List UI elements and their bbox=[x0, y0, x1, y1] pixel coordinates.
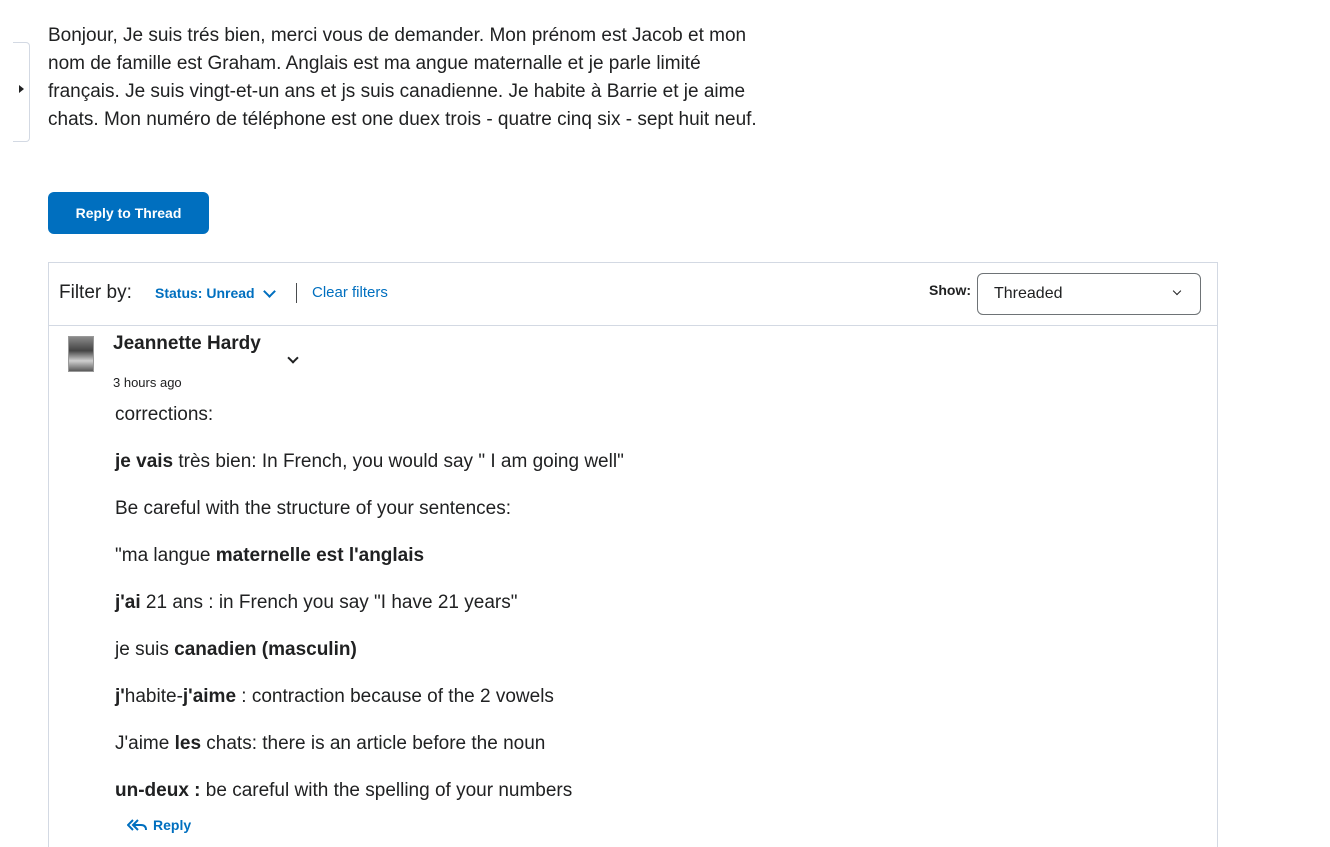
show-select-value: Threaded bbox=[994, 285, 1063, 302]
show-label: Show: bbox=[929, 282, 971, 298]
line-bold: canadien (masculin) bbox=[174, 639, 357, 660]
reply-author: Jeannette Hardy bbox=[113, 333, 261, 354]
reply-line: un-deux : be careful with the spelling o… bbox=[115, 777, 1115, 805]
reply-line: j'habite-j'aime : contraction because of… bbox=[115, 683, 1115, 711]
reply-line: Be careful with the structure of your se… bbox=[115, 495, 1115, 523]
show-select[interactable]: Threaded bbox=[977, 273, 1201, 315]
status-filter-label: Status: Unread bbox=[155, 285, 255, 301]
line-bold: je vais bbox=[115, 451, 174, 472]
chevron-down-icon bbox=[262, 284, 276, 298]
line-bold: j' bbox=[115, 686, 125, 707]
line-bold: un-deux : bbox=[115, 780, 201, 801]
reply-line: corrections: bbox=[115, 401, 1115, 429]
line-bold: maternelle est l'anglais bbox=[215, 545, 425, 566]
replies-panel: Filter by: Status: Unread Clear filters … bbox=[48, 262, 1218, 847]
line-text: "ma langue bbox=[115, 545, 216, 566]
reply-line: je vais très bien: In French, you would … bbox=[115, 448, 1115, 476]
reply-line: "ma langue maternelle est l'anglais bbox=[115, 542, 1115, 570]
post-body: Bonjour, Je suis trés bien, merci vous d… bbox=[48, 25, 757, 130]
line-text: Be careful with the structure of your se… bbox=[115, 498, 512, 519]
side-panel-toggle[interactable] bbox=[13, 42, 30, 142]
reply-to-thread-button[interactable]: Reply to Thread bbox=[48, 192, 209, 234]
reply-button[interactable]: Reply bbox=[127, 817, 191, 833]
filter-bar: Filter by: Status: Unread Clear filters … bbox=[49, 263, 1217, 326]
line-text: je suis bbox=[115, 639, 175, 660]
caret-right-icon bbox=[19, 85, 24, 93]
chevron-down-icon bbox=[287, 352, 299, 364]
chevron-down-icon bbox=[1172, 286, 1182, 296]
reply-timestamp: 3 hours ago bbox=[113, 375, 182, 390]
line-text: très bien: In French, you would say " I … bbox=[173, 451, 624, 472]
line-text: 21 ans : in French you say "I have 21 ye… bbox=[140, 592, 518, 613]
line-bold: j'ai bbox=[115, 592, 141, 613]
line-text: : contraction because of the 2 vowels bbox=[236, 686, 554, 707]
status-filter-dropdown[interactable]: Status: Unread bbox=[155, 284, 276, 301]
avatar bbox=[68, 336, 94, 372]
reply-line: J'aime les chats: there is an article be… bbox=[115, 730, 1115, 758]
line-text: corrections: bbox=[115, 404, 214, 425]
line-bold: les bbox=[174, 733, 202, 754]
line-text: chats: there is an article before the no… bbox=[201, 733, 546, 754]
clear-filters-link[interactable]: Clear filters bbox=[312, 284, 388, 301]
filter-by-label: Filter by: bbox=[59, 282, 132, 303]
divider bbox=[296, 283, 297, 303]
line-bold: j'aime bbox=[182, 686, 237, 707]
reply-all-icon bbox=[127, 819, 147, 831]
reply-line: je suis canadien (masculin) bbox=[115, 636, 1115, 664]
line-text: J'aime bbox=[115, 733, 175, 754]
reply-content: corrections: je vais très bien: In Frenc… bbox=[115, 401, 1115, 824]
reply-label: Reply bbox=[153, 817, 192, 833]
discussion-page: Bonjour, Je suis trés bien, merci vous d… bbox=[0, 0, 1330, 847]
line-text: be careful with the spelling of your num… bbox=[200, 780, 573, 801]
author-menu-button[interactable] bbox=[287, 349, 303, 364]
line-text: habite- bbox=[124, 686, 183, 707]
reply-line: j'ai 21 ans : in French you say "I have … bbox=[115, 589, 1115, 617]
